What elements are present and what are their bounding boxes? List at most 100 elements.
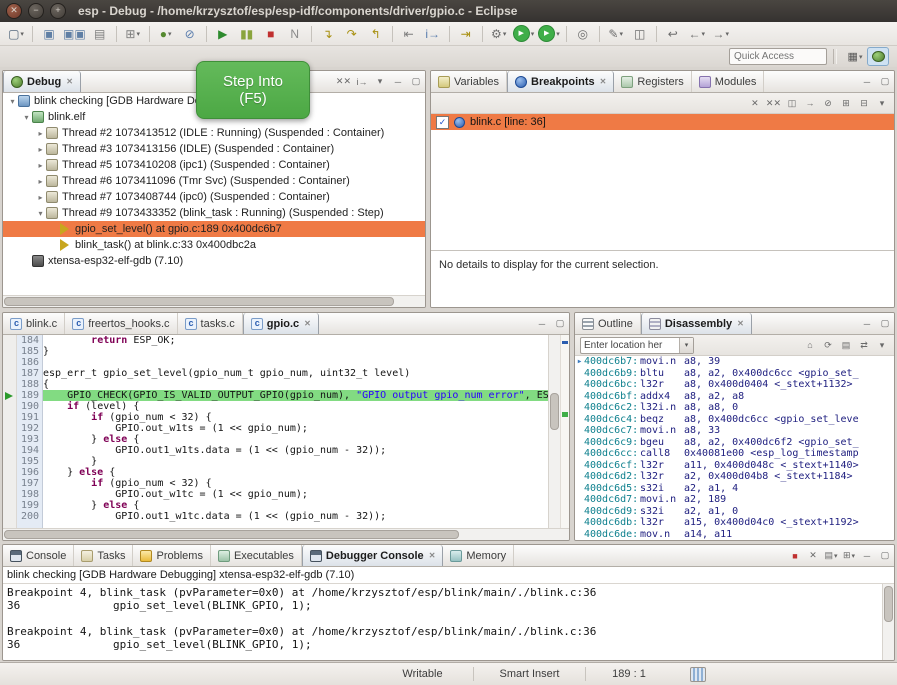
- disassembly-line[interactable]: 400dc6cf:l32ra11, 0x400d048c <_stext+114…: [575, 460, 894, 472]
- editor-icon-ruler[interactable]: [3, 335, 17, 528]
- code-line-187[interactable]: esp_err_t gpio_set_level(gpio_num_t gpio…: [43, 368, 548, 379]
- location-combo[interactable]: Enter location her ▾: [580, 337, 694, 354]
- code-line-189[interactable]: GPIO_CHECK(GPIO_IS_VALID_OUTPUT_GPIO(gpi…: [43, 390, 548, 401]
- instruction-stepping-icon[interactable]: i→: [355, 74, 369, 90]
- dropdown-arrow-icon[interactable]: ▾: [136, 30, 140, 38]
- tab-close-icon[interactable]: ✕: [429, 551, 436, 560]
- code-line-192[interactable]: GPIO.out_w1ts = (1 << gpio_num);: [43, 423, 548, 434]
- display-selected-console-icon[interactable]: ▤▾: [824, 548, 838, 564]
- debug-tree-item[interactable]: ▸Thread #6 1073411096 (Tmr Svc) (Suspend…: [3, 173, 425, 189]
- new-file-button[interactable]: ✎▾: [606, 24, 626, 44]
- tree-expanded-icon[interactable]: ▾: [7, 97, 18, 106]
- skip-all-breakpoints-button[interactable]: ⊘: [180, 24, 200, 44]
- disassembly-listing[interactable]: ▶400dc6b7:movi.na8, 39400dc6b9:bltua8, a…: [575, 356, 894, 540]
- scrollbar-thumb[interactable]: [4, 530, 459, 539]
- tab-debugger-console[interactable]: Debugger Console✕: [302, 545, 444, 566]
- minimize-icon[interactable]: ─: [535, 316, 549, 332]
- dropdown-arrow-icon[interactable]: ▾: [531, 30, 535, 38]
- instruction-stepping-mode-button[interactable]: i→: [423, 24, 443, 44]
- debug-horizontal-scrollbar[interactable]: [3, 295, 425, 307]
- dropdown-arrow-icon[interactable]: ▾: [725, 30, 729, 38]
- skip-all-breakpoints-icon[interactable]: ⊘: [821, 95, 835, 111]
- new-wizard-button[interactable]: ▢▾: [6, 24, 26, 44]
- disassembly-line[interactable]: 400dc6db:l32ra15, 0x400d04c0 <_stext+119…: [575, 517, 894, 529]
- tab-gpio-c[interactable]: gpio.c✕: [243, 313, 319, 334]
- breakpoint-item[interactable]: ✓ blink.c [line: 36]: [431, 114, 894, 130]
- show-source-icon[interactable]: ▤: [839, 337, 853, 353]
- disassembly-line[interactable]: 400dc6de:mov.na14, a11: [575, 529, 894, 541]
- last-edit-location-button[interactable]: ↩: [663, 24, 683, 44]
- tab-debug[interactable]: Debug✕: [3, 71, 81, 92]
- dropdown-arrow-icon[interactable]: ▾: [168, 30, 172, 38]
- disassembly-line[interactable]: 400dc6d5:s32ia2, a1, 4: [575, 483, 894, 495]
- tab-close-icon[interactable]: ✕: [737, 319, 744, 328]
- back-button[interactable]: ←▾: [687, 24, 707, 44]
- console-vertical-scrollbar[interactable]: [882, 584, 894, 660]
- remove-all-breakpoints-icon[interactable]: ✕✕: [766, 95, 781, 111]
- window-maximize-button[interactable]: +: [50, 3, 66, 19]
- disassembly-line[interactable]: 400dc6bf:addx4a8, a2, a8: [575, 391, 894, 403]
- resume-button[interactable]: ▶: [213, 24, 233, 44]
- view-menu-icon[interactable]: ▾: [875, 95, 889, 111]
- view-menu-icon[interactable]: ▾: [373, 74, 387, 90]
- combo-dropdown-icon[interactable]: ▾: [679, 338, 693, 353]
- open-element-button[interactable]: ◫: [630, 24, 650, 44]
- home-icon[interactable]: ⌂: [803, 337, 817, 353]
- tab-disassembly[interactable]: Disassembly✕: [641, 313, 752, 334]
- step-into-button[interactable]: ↴: [318, 24, 338, 44]
- dropdown-arrow-icon[interactable]: ▾: [556, 30, 560, 38]
- tab-registers[interactable]: Registers: [614, 71, 691, 92]
- disassembly-line[interactable]: 400dc6b9:bltua8, a2, 0x400dc6cc <gpio_se…: [575, 368, 894, 380]
- tree-collapsed-icon[interactable]: ▸: [35, 177, 46, 186]
- tree-expanded-icon[interactable]: ▾: [21, 113, 32, 122]
- debug-tree-item[interactable]: xtensa-esp32-elf-gdb (7.10): [3, 253, 425, 269]
- status-insert-mode[interactable]: Smart Insert: [482, 668, 577, 680]
- search-button[interactable]: ◎: [573, 24, 593, 44]
- code-line-200[interactable]: GPIO.out1_w1tc.data = (1 << (gpio_num - …: [43, 511, 548, 522]
- maximize-icon[interactable]: ▢: [878, 548, 892, 564]
- tab-close-icon[interactable]: ✕: [304, 319, 311, 328]
- maximize-icon[interactable]: ▢: [878, 316, 892, 332]
- debug-perspective-button[interactable]: [867, 47, 889, 66]
- new-project-button[interactable]: ⊞▾: [123, 24, 143, 44]
- disassembly-line[interactable]: ▶400dc6b7:movi.na8, 39: [575, 356, 894, 368]
- show-breakpoints-for-selection-icon[interactable]: ◫: [785, 95, 799, 111]
- open-perspective-button[interactable]: ▦ ▾: [845, 48, 865, 65]
- expand-all-icon[interactable]: ⊞: [839, 95, 853, 111]
- debug-tree-item[interactable]: ▸Thread #7 1073408744 (ipc0) (Suspended …: [3, 189, 425, 205]
- remove-selected-breakpoints-icon[interactable]: ✕: [748, 95, 762, 111]
- tree-collapsed-icon[interactable]: ▸: [35, 161, 46, 170]
- code-line-194[interactable]: GPIO.out1_w1ts.data = (1 << (gpio_num - …: [43, 445, 548, 456]
- editor-overview-ruler[interactable]: [560, 335, 569, 528]
- debug-tree-item[interactable]: ▾Thread #9 1073433352 (blink_task : Runn…: [3, 205, 425, 221]
- tab-variables[interactable]: Variables: [431, 71, 507, 92]
- debug-tree-item[interactable]: gpio_set_level() at gpio.c:189 0x400dc6b…: [3, 221, 425, 237]
- tab-tasks[interactable]: Tasks: [74, 545, 133, 566]
- debug-tree-item[interactable]: ▸Thread #3 1073413156 (IDLE) (Suspended …: [3, 141, 425, 157]
- print-button[interactable]: ▤: [90, 24, 110, 44]
- disassembly-line[interactable]: 400dc6c4:beqza8, 0x400dc6cc <gpio_set_le…: [575, 414, 894, 426]
- disconnect-button[interactable]: N: [285, 24, 305, 44]
- scrollbar-thumb[interactable]: [884, 586, 893, 622]
- tree-expanded-icon[interactable]: ▾: [35, 209, 46, 218]
- code-line-196[interactable]: } else {: [43, 467, 548, 478]
- minimize-icon[interactable]: ─: [391, 74, 405, 90]
- open-console-icon[interactable]: ⊞▾: [842, 548, 856, 564]
- external-tools-button[interactable]: ▶▾: [538, 24, 560, 44]
- disassembly-line[interactable]: 400dc6d9:s32ia2, a1, 0: [575, 506, 894, 518]
- debug-tree-item[interactable]: ▸Thread #2 1073413512 (IDLE : Running) (…: [3, 125, 425, 141]
- remove-launch-icon[interactable]: ✕: [806, 548, 820, 564]
- disassembly-line[interactable]: 400dc6c7:movi.na8, 33: [575, 425, 894, 437]
- window-close-button[interactable]: ✕: [6, 3, 22, 19]
- code-editor[interactable]: return ESP_OK;}esp_err_t gpio_set_level(…: [43, 335, 548, 528]
- collapse-all-icon[interactable]: ⊟: [857, 95, 871, 111]
- use-step-filters-button[interactable]: ⇥: [456, 24, 476, 44]
- editor-vertical-scrollbar[interactable]: [548, 335, 560, 528]
- tab-console[interactable]: Console: [3, 545, 74, 566]
- dropdown-arrow-icon[interactable]: ▾: [852, 552, 856, 560]
- tab-outline[interactable]: Outline: [575, 313, 641, 334]
- debug-tree-item[interactable]: blink_task() at blink.c:33 0x400dbc2a: [3, 237, 425, 253]
- tab-executables[interactable]: Executables: [211, 545, 302, 566]
- scrollbar-thumb[interactable]: [4, 297, 394, 306]
- step-over-button[interactable]: ↷: [342, 24, 362, 44]
